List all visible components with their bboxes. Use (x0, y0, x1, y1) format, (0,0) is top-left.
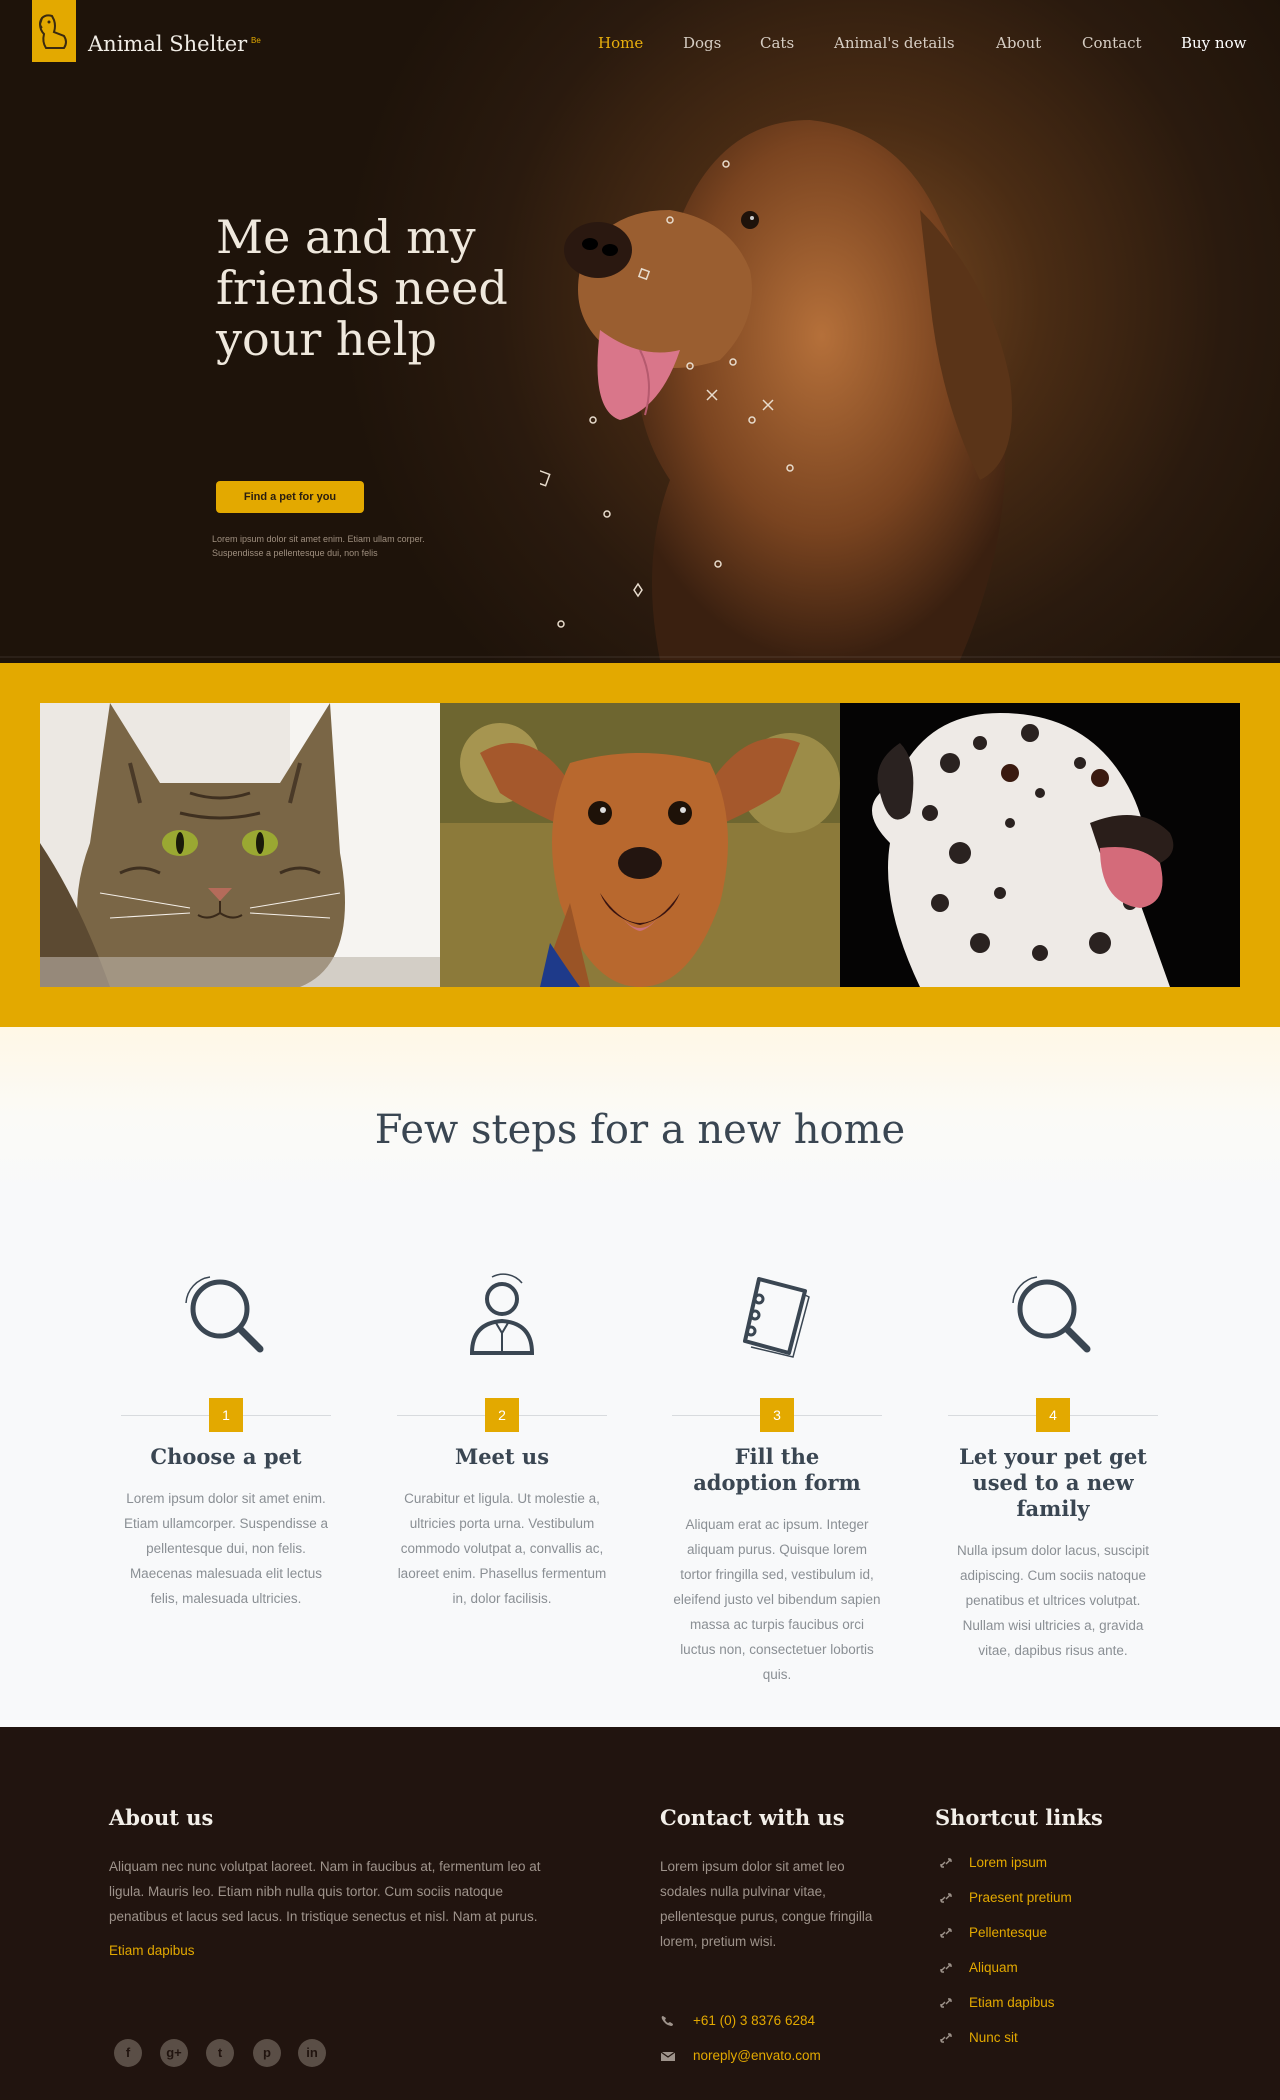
contact-email-text: noreply@envato.com (693, 2048, 821, 2063)
person-icon (469, 1273, 535, 1355)
step-title: Fill the adoption form (693, 1444, 861, 1495)
step-card-2: 2 Meet us Curabitur et ligula. Ut molest… (397, 1267, 607, 1611)
dalmatian-image (840, 703, 1240, 987)
nav-dogs[interactable]: Dogs (683, 34, 721, 52)
dalmatian-photo[interactable] (840, 703, 1240, 987)
step-text: Lorem ipsum dolor sit amet enim. Etiam u… (123, 1491, 329, 1606)
step-title: Choose a pet (150, 1444, 302, 1469)
phone-icon (661, 2016, 673, 2026)
step-text: Curabitur et ligula. Ut molestie a, ultr… (397, 1491, 607, 1606)
shortcut-link[interactable]: Lorem ipsum (935, 1854, 1185, 1889)
steps-title: Few steps for a new home (374, 1107, 906, 1153)
footer-about-text: Aliquam nec nunc volutpat laoreet. Nam i… (109, 1859, 541, 1924)
magnifier-icon (1012, 1276, 1091, 1353)
steps-section: Few steps for a new home 1 Choose a pet … (0, 1027, 1280, 1727)
hero-section: Animal Shelter Be Home Dogs Cats Animal'… (0, 0, 1280, 663)
nav-home[interactable]: Home (598, 34, 643, 52)
footer-about-link[interactable]: Etiam dapibus (109, 1943, 559, 1958)
step-number: 1 (209, 1398, 243, 1432)
facebook-icon[interactable]: f (114, 2039, 142, 2067)
hero-divider (0, 656, 1280, 658)
link-icon (940, 1928, 952, 1938)
shortcut-link[interactable]: Etiam dapibus (935, 1994, 1185, 2029)
step-number: 2 (485, 1398, 519, 1432)
shortcut-link[interactable]: Praesent pretium (935, 1889, 1185, 1924)
cat-photo[interactable] (40, 703, 440, 987)
linkedin-icon[interactable]: in (298, 2039, 326, 2067)
footer-contact-title: Contact with us (660, 1805, 845, 1830)
cat-image (40, 703, 440, 987)
footer-about: About us Aliquam nec nunc volutpat laore… (109, 1805, 559, 1958)
hero-title: Me and my friends need your help (216, 210, 508, 366)
magnifier-icon (185, 1276, 264, 1353)
contact-phone-text: +61 (0) 3 8376 6284 (693, 2013, 815, 2028)
shortcut-link-label: Lorem ipsum (969, 1855, 1048, 1870)
link-icon (940, 1858, 952, 1868)
step-card-3: 3 Fill the adoption form Aliquam erat ac… (672, 1267, 882, 1687)
envelope-icon (660, 2051, 676, 2061)
footer-contact-text: Lorem ipsum dolor sit amet leo sodales n… (660, 1859, 873, 1949)
hero-note: Lorem ipsum dolor sit amet enim. Etiam u… (212, 534, 425, 558)
link-icon (940, 1963, 952, 1973)
pinterest-icon[interactable]: p (253, 2039, 281, 2067)
main-nav: Home Dogs Cats Animal's details About Co… (0, 34, 1280, 54)
step-number: 4 (1036, 1398, 1070, 1432)
shortcut-link-label: Etiam dapibus (969, 1995, 1055, 2010)
step-card-4: 4 Let your pet get used to a new family … (948, 1267, 1158, 1663)
pet-gallery (0, 663, 1280, 1027)
footer-contact: Contact with us Lorem ipsum dolor sit am… (660, 1805, 890, 2063)
link-icon (940, 2033, 952, 2043)
nav-cats[interactable]: Cats (760, 34, 794, 52)
notebook-icon (743, 1277, 810, 1358)
nav-buy-now[interactable]: Buy now (1181, 34, 1246, 52)
nav-about[interactable]: About (996, 34, 1041, 52)
google-plus-icon[interactable]: g+ (160, 2039, 188, 2067)
brown-dog-image (440, 703, 840, 987)
nav-animals-details[interactable]: Animal's details (834, 34, 955, 52)
step-text: Nulla ipsum dolor lacus, suscipit adipis… (956, 1543, 1150, 1658)
shortcut-link[interactable]: Aliquam (935, 1959, 1185, 1994)
link-icon (940, 1998, 952, 2008)
step-title: Let your pet get used to a new family (959, 1444, 1147, 1521)
shortcut-link-label: Nunc sit (969, 2030, 1018, 2045)
step-card-1: 1 Choose a pet Lorem ipsum dolor sit ame… (121, 1267, 331, 1611)
link-icon (940, 1893, 952, 1903)
shortcut-link-label: Aliquam (969, 1960, 1018, 1975)
twitter-icon[interactable]: t (206, 2039, 234, 2067)
shortcut-link[interactable]: Nunc sit (935, 2029, 1185, 2064)
footer-shortcuts-title: Shortcut links (935, 1805, 1103, 1830)
shortcut-link-label: Praesent pretium (969, 1890, 1072, 1905)
step-text: Aliquam erat ac ipsum. Integer aliquam p… (673, 1517, 881, 1682)
step-number: 3 (760, 1398, 794, 1432)
brown-dog-photo[interactable] (440, 703, 840, 987)
footer-shortcuts: Shortcut links Lorem ipsum Praesent pret… (935, 1805, 1185, 2064)
shortcut-link[interactable]: Pellentesque (935, 1924, 1185, 1959)
footer: About us Aliquam nec nunc volutpat laore… (0, 1727, 1280, 2100)
shortcut-link-label: Pellentesque (969, 1925, 1048, 1940)
hero-dog-image (540, 120, 1012, 660)
shortcut-links-list: Lorem ipsum Praesent pretium Pellentesqu… (935, 1854, 1185, 2064)
nav-contact[interactable]: Contact (1082, 34, 1142, 52)
footer-about-title: About us (109, 1805, 214, 1830)
step-title: Meet us (454, 1444, 550, 1469)
find-pet-button[interactable]: Find a pet for you (216, 481, 364, 513)
